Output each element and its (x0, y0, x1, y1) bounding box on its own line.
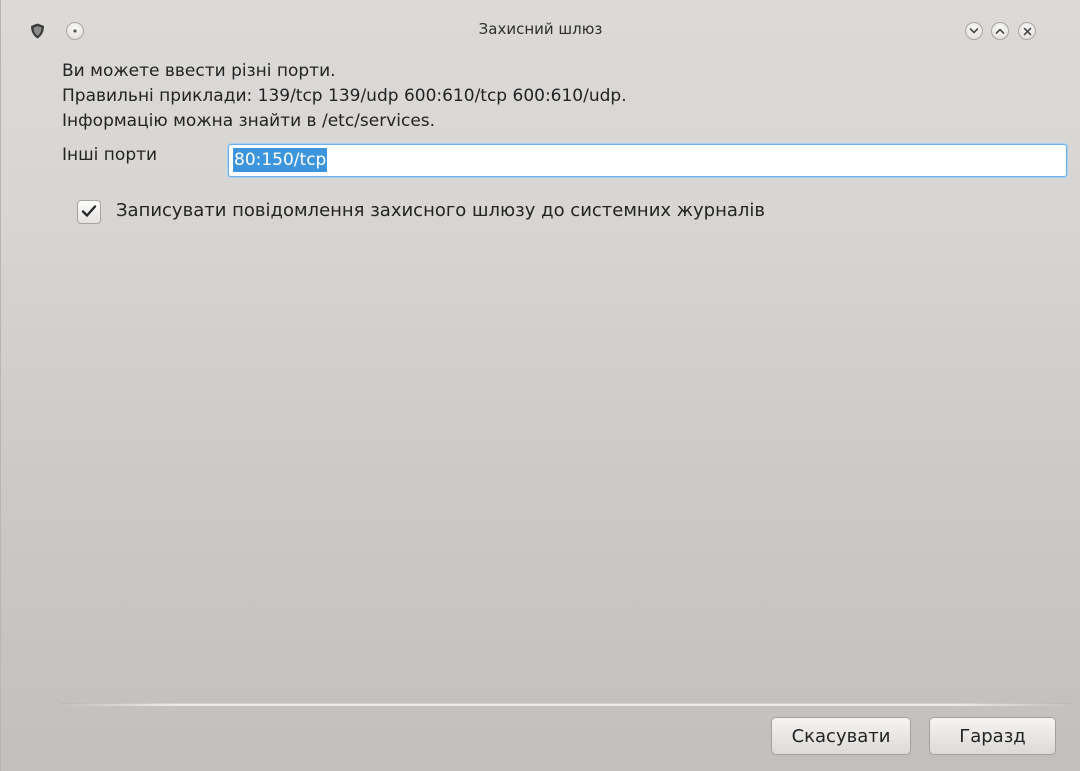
separator (61, 703, 1070, 706)
cancel-button[interactable]: Скасувати (771, 717, 911, 755)
close-button[interactable] (1018, 22, 1036, 40)
info-text-line: Ви можете ввести різні порти. (62, 61, 336, 81)
other-ports-value: 80:150/tcp (233, 148, 328, 172)
window-title: Захисний шлюз (478, 20, 603, 38)
other-ports-label: Інші порти (62, 145, 158, 165)
close-icon (1023, 27, 1032, 36)
chevron-down-icon (969, 27, 979, 35)
services-hint-text-line: Інформацію можна знайти в /etc/services. (62, 111, 436, 131)
log-messages-label[interactable]: Записувати повідомлення захисного шлюзу … (116, 200, 765, 221)
minimize-button[interactable] (965, 22, 983, 40)
title-bar[interactable]: Захисний шлюз (1, 0, 1080, 58)
other-ports-input[interactable]: 80:150/tcp (228, 144, 1067, 177)
ok-button[interactable]: Гаразд (929, 717, 1056, 755)
maximize-button[interactable] (991, 22, 1009, 40)
examples-text-line: Правильні приклади: 139/tcp 139/udp 600:… (62, 86, 627, 106)
firewall-dialog: Захисний шлюз Ви можете ввести різні пор… (0, 0, 1080, 771)
checkmark-icon (81, 203, 97, 222)
log-messages-checkbox[interactable] (77, 200, 101, 224)
chevron-up-icon (995, 27, 1005, 35)
